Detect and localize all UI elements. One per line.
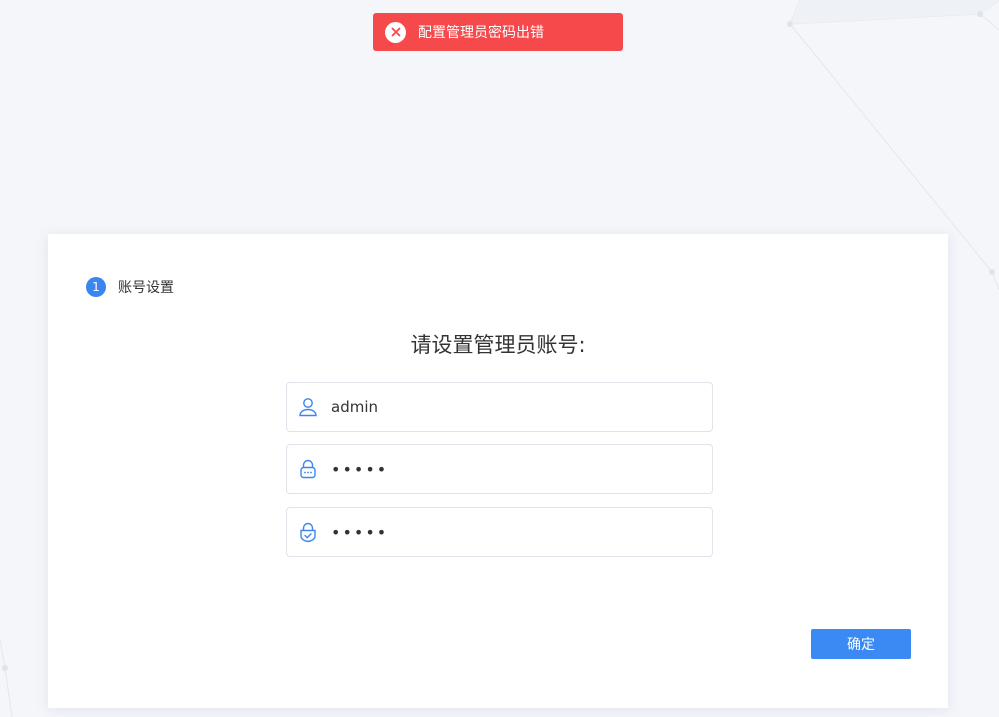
user-icon: [297, 396, 319, 418]
toast-message: 配置管理员密码出错: [418, 25, 544, 41]
confirm-button[interactable]: 确定: [811, 629, 911, 659]
lock-check-icon: [297, 521, 319, 543]
username-field[interactable]: [286, 382, 713, 432]
error-toast: 配置管理员密码出错: [373, 13, 623, 51]
step-label: 账号设置: [118, 280, 174, 296]
username-input[interactable]: [331, 392, 712, 422]
lock-icon: [297, 458, 319, 480]
confirm-password-field[interactable]: [286, 507, 713, 557]
setup-card: 1 账号设置 请设置管理员账号: admin 确定: [48, 234, 948, 708]
password-input[interactable]: [331, 454, 712, 484]
form-title: 请设置管理员账号:: [410, 333, 586, 357]
confirm-password-input[interactable]: [331, 517, 712, 547]
step-indicator: 1 账号设置: [86, 277, 174, 297]
password-field[interactable]: [286, 444, 713, 494]
step-number: 1: [86, 277, 106, 297]
close-circle-icon: [385, 21, 406, 43]
